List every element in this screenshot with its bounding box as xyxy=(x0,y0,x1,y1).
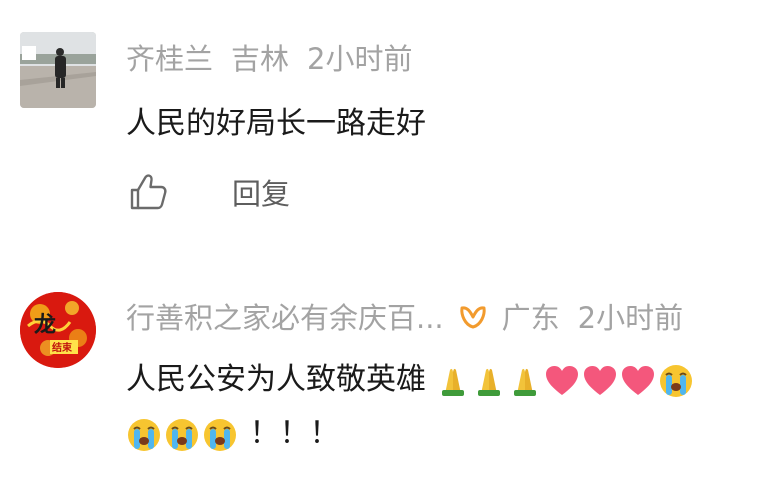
red-dragon-logo-icon: 龙 结束 xyxy=(20,292,96,368)
author-name[interactable]: 行善积之家必有余庆百... xyxy=(126,295,444,337)
comment-text-body: 人民公安为人致敬英雄 xyxy=(126,362,426,397)
crying-face-icon xyxy=(126,417,162,453)
photo-avatar-icon xyxy=(20,32,96,108)
timestamp: 2小时前 xyxy=(577,301,684,335)
comment-actions: 回复 xyxy=(126,170,290,214)
reply-button[interactable]: 回复 xyxy=(232,171,290,213)
location-label: 吉林 xyxy=(231,42,290,76)
folded-hands-icon xyxy=(436,364,470,398)
author-name[interactable]: 齐桂兰 xyxy=(126,36,213,78)
red-heart-icon xyxy=(620,364,656,398)
red-heart-icon xyxy=(544,364,580,398)
folded-hands-icon xyxy=(508,364,542,398)
red-heart-icon xyxy=(582,364,618,398)
comment-text: 人民的好局长一路走好 xyxy=(126,106,426,141)
folded-hands-icon xyxy=(472,364,506,398)
timestamp: 2小时前 xyxy=(307,42,413,76)
comment-text-line2: ！！！ xyxy=(126,406,340,462)
comment-meta: 齐桂兰 吉林 2小时前 xyxy=(126,35,412,79)
svg-text:结束: 结束 xyxy=(52,341,73,354)
comment-text: 人民公安为人致敬英雄 xyxy=(126,352,696,408)
avatar[interactable] xyxy=(20,32,96,108)
comment-meta: 行善积之家必有余庆百... 广东 2小时前 xyxy=(126,294,683,338)
trailing-text: ！！！ xyxy=(249,416,340,451)
crying-face-icon xyxy=(658,363,694,399)
crying-face-icon xyxy=(202,417,238,453)
thumbs-up-icon[interactable] xyxy=(126,170,170,214)
location-label: 广东 xyxy=(501,301,560,335)
orange-v-badge-icon xyxy=(458,301,488,331)
svg-text:龙: 龙 xyxy=(34,313,56,338)
crying-face-icon xyxy=(164,417,200,453)
avatar[interactable]: 龙 结束 xyxy=(20,292,96,368)
